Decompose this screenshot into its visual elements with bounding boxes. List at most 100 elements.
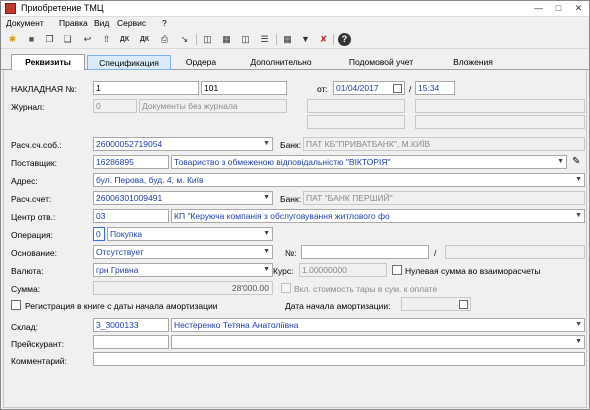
journal-extra-field-3 <box>307 115 405 129</box>
tab-requisites[interactable]: Реквизиты <box>11 54 85 71</box>
toolbar-separator <box>196 34 197 45</box>
save-icon[interactable]: ↘ <box>178 33 191 46</box>
journal-label: Журнал: <box>11 102 45 112</box>
journal-extra-field-4 <box>415 115 585 129</box>
journal-code-field: 0 <box>93 99 137 113</box>
chevron-down-icon[interactable]: ▼ <box>575 336 582 348</box>
menu-help[interactable]: ? <box>162 18 167 28</box>
comment-field[interactable] <box>93 352 585 366</box>
date-label: от: <box>317 84 328 94</box>
journal-extra-field-2 <box>415 99 585 113</box>
account-select[interactable]: 26006301009491 ▼ <box>93 191 273 205</box>
calendar-icon[interactable] <box>393 84 402 93</box>
zero-sum-checkbox[interactable] <box>392 265 402 275</box>
move-up-icon[interactable]: ⇧ <box>100 33 113 46</box>
basis-number-field[interactable] <box>301 245 429 259</box>
insert-icon[interactable]: ↩ <box>81 33 94 46</box>
operation-code-field[interactable]: 0 <box>93 227 105 241</box>
time-field[interactable]: 15:34 <box>415 81 455 95</box>
basis-value: Отсутствует <box>96 247 144 257</box>
tab-attachments[interactable]: Вложения <box>431 55 515 70</box>
amortization-date-field <box>401 297 471 311</box>
operation-select[interactable]: Покупка ▼ <box>107 227 273 241</box>
folder-icon[interactable]: ■ <box>25 33 38 46</box>
paste-icon[interactable]: ❏ <box>61 33 74 46</box>
chevron-down-icon[interactable]: ▼ <box>575 319 582 331</box>
date-field[interactable]: 01/04/2017 <box>333 81 405 95</box>
chevron-down-icon[interactable]: ▼ <box>575 174 582 186</box>
chevron-down-icon[interactable]: ▼ <box>575 210 582 222</box>
address-select[interactable]: бул. Перова, буд. 4, м. Київ ▼ <box>93 173 585 187</box>
tab-specification[interactable]: Спецификация <box>87 55 171 70</box>
edit-pencil-icon[interactable]: ✎ <box>572 156 580 167</box>
bank-field: ПАТ "БАНК ПЕРШИЙ" <box>303 191 585 205</box>
date-value: 01/04/2017 <box>336 83 379 93</box>
tab-house-accounting[interactable]: Подомовой учет <box>333 55 429 70</box>
currency-select[interactable]: грн Гривна ▼ <box>93 263 273 277</box>
list-icon[interactable]: ☰ <box>258 33 271 46</box>
menu-document[interactable]: Документ <box>6 18 44 28</box>
registration-checkbox[interactable] <box>11 300 21 310</box>
supplier-label: Поставщик: <box>11 158 57 168</box>
warehouse-name-value: Нестеренко Тетяна Анатоліївна <box>174 320 299 330</box>
title-bar: Приобретение ТМЦ — □ ✕ <box>1 1 589 17</box>
comment-label: Комментарий: <box>11 356 67 366</box>
tree-icon[interactable]: ◫ <box>239 33 252 46</box>
calendar-icon[interactable] <box>459 300 468 309</box>
columns-icon[interactable]: ◫ <box>201 33 214 46</box>
tab-bar: Реквизиты Спецификация Ордера Дополнител… <box>1 53 589 71</box>
tab-additional[interactable]: Дополнительно <box>231 55 331 70</box>
operation-label: Операция: <box>11 230 53 240</box>
currency-value: грн Гривна <box>96 265 139 275</box>
operation-value: Покупка <box>110 229 143 239</box>
account-value: 26006301009491 <box>96 193 163 203</box>
table-icon[interactable]: ▦ <box>220 33 233 46</box>
print-preview-icon[interactable]: ⎙ <box>158 33 171 46</box>
help-icon[interactable]: ? <box>338 33 351 46</box>
warehouse-name-select[interactable]: Нестеренко Тетяна Анатоліївна ▼ <box>171 318 585 332</box>
dk-icon[interactable]: ДК <box>118 33 131 46</box>
basis-label: Основание: <box>11 248 57 258</box>
basis-select[interactable]: Отсутствует ▼ <box>93 245 273 259</box>
chevron-down-icon[interactable]: ▼ <box>263 138 270 150</box>
warehouse-code-field[interactable]: 3_3000133 <box>93 318 169 332</box>
chevron-down-icon[interactable]: ▼ <box>263 192 270 204</box>
tara-label: Вкл. стоимость тары в сум. к оплате <box>294 284 438 294</box>
toolbar: ✱ ■ ❐ ❏ ↩ ⇧ ДК ДК ⎙ ↘ ◫ ▦ ◫ ☰ ▦ ▼ ✘ ? <box>1 30 589 49</box>
supplier-name-value: Товариство з обмеженою відповідальністю … <box>174 157 391 167</box>
chevron-down-icon[interactable]: ▼ <box>263 246 270 258</box>
supplier-name-select[interactable]: Товариство з обмеженою відповідальністю … <box>171 155 567 169</box>
basis-date-field <box>445 245 585 259</box>
pricelist-code-field[interactable] <box>93 335 169 349</box>
own-account-select[interactable]: 26000052719054 ▼ <box>93 137 273 151</box>
chevron-down-icon[interactable]: ▼ <box>263 264 270 276</box>
minimize-button[interactable]: — <box>531 2 546 15</box>
dk-alt-icon[interactable]: ДК <box>138 33 151 46</box>
pricelist-name-select[interactable]: ▼ <box>171 335 585 349</box>
table-icon[interactable]: ▦ <box>281 33 294 46</box>
currency-label: Валюта: <box>11 266 44 276</box>
menu-service[interactable]: Сервис <box>117 18 146 28</box>
menu-edit[interactable]: Правка <box>59 18 88 28</box>
chevron-down-icon[interactable]: ▼ <box>263 228 270 240</box>
journal-name-field: Документы без журнала <box>139 99 287 113</box>
center-name-select[interactable]: КП "Керуюча компанія з обслуговування жи… <box>171 209 585 223</box>
new-doc-icon[interactable]: ✱ <box>6 33 19 46</box>
center-code-field[interactable]: 03 <box>93 209 169 223</box>
filter-icon[interactable]: ▼ <box>299 33 312 46</box>
clear-filter-icon[interactable]: ✘ <box>317 33 330 46</box>
toolbar-separator <box>333 34 334 45</box>
chevron-down-icon[interactable]: ▼ <box>557 156 564 168</box>
maximize-button[interactable]: □ <box>551 2 566 15</box>
supplier-code-field[interactable]: 16286895 <box>93 155 169 169</box>
close-button[interactable]: ✕ <box>571 2 586 15</box>
center-label: Центр отв.: <box>11 212 56 222</box>
tara-checkbox[interactable] <box>281 283 291 293</box>
invoice-number-field[interactable]: 101 <box>201 81 287 95</box>
copy-icon[interactable]: ❐ <box>43 33 56 46</box>
invoice-prefix-field[interactable]: 1 <box>93 81 199 95</box>
tab-orders[interactable]: Ордера <box>173 55 229 70</box>
menu-view[interactable]: Вид <box>94 18 109 28</box>
address-label: Адрес: <box>11 176 38 186</box>
own-account-label: Расч.сч.соб.: <box>11 140 62 150</box>
